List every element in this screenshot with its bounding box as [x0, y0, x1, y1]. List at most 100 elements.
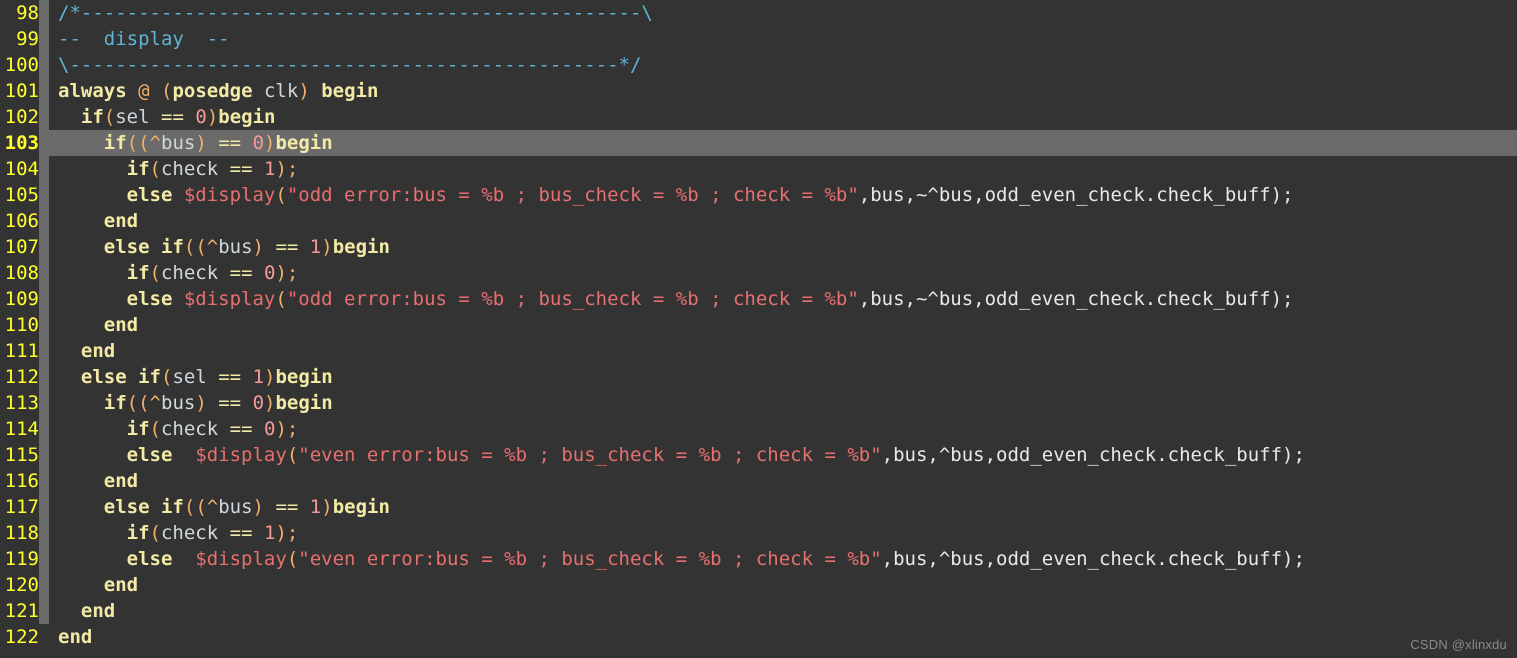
code-line[interactable]: 112 else if(sel == 1)begin	[0, 364, 1517, 390]
code-line[interactable]: 119 else $display("even error:bus = %b ;…	[0, 546, 1517, 572]
fold-column-marker[interactable]	[39, 494, 49, 520]
fold-column-marker[interactable]	[39, 208, 49, 234]
fold-column-marker[interactable]	[39, 52, 49, 78]
code-line[interactable]: 116 end	[0, 468, 1517, 494]
fold-column-marker[interactable]	[39, 442, 49, 468]
code-line[interactable]: 114 if(check == 0);	[0, 416, 1517, 442]
fold-column-marker[interactable]	[39, 416, 49, 442]
token-punc: );	[275, 522, 299, 544]
token-num: 0	[252, 132, 265, 154]
fold-column-marker[interactable]	[39, 624, 49, 650]
fold-column-marker[interactable]	[39, 364, 49, 390]
token-num: 1	[252, 366, 265, 388]
code-line-content[interactable]: end	[49, 208, 1517, 234]
code-line[interactable]: 121 end	[0, 598, 1517, 624]
fold-column-marker[interactable]	[39, 546, 49, 572]
code-line[interactable]: 111 end	[0, 338, 1517, 364]
code-line[interactable]: 117 else if((^bus) == 1)begin	[0, 494, 1517, 520]
fold-column-marker[interactable]	[39, 130, 49, 156]
code-editor[interactable]: 98 /*------------------------------------…	[0, 0, 1517, 658]
fold-column-marker[interactable]	[39, 520, 49, 546]
fold-column-marker[interactable]	[39, 390, 49, 416]
code-line-content[interactable]: end	[49, 624, 1517, 650]
token-kw: end	[58, 626, 93, 648]
code-line-content[interactable]: end	[49, 598, 1517, 624]
code-line-content[interactable]: if(check == 0);	[49, 416, 1517, 442]
code-line[interactable]: 105 else $display("odd error:bus = %b ; …	[0, 182, 1517, 208]
code-line[interactable]: 103 if((^bus) == 0)begin	[0, 130, 1517, 156]
code-lines-container[interactable]: 98 /*------------------------------------…	[0, 0, 1517, 658]
code-line-content[interactable]: end	[49, 312, 1517, 338]
fold-column-marker[interactable]	[39, 260, 49, 286]
code-line-content[interactable]: if(check == 1);	[49, 520, 1517, 546]
code-line-content[interactable]: else if((^bus) == 1)begin	[49, 234, 1517, 260]
code-line[interactable]: 102 if(sel == 0)begin	[0, 104, 1517, 130]
code-line[interactable]: 109 else $display("odd error:bus = %b ; …	[0, 286, 1517, 312]
code-line-content[interactable]: if(sel == 0)begin	[49, 104, 1517, 130]
code-line-content[interactable]: end	[49, 338, 1517, 364]
code-line-content[interactable]: else if(sel == 1)begin	[49, 364, 1517, 390]
code-line[interactable]: 100 \------------------------------------…	[0, 52, 1517, 78]
code-line[interactable]: 104 if(check == 1);	[0, 156, 1517, 182]
code-line[interactable]: 108 if(check == 0);	[0, 260, 1517, 286]
code-line[interactable]: 107 else if((^bus) == 1)begin	[0, 234, 1517, 260]
code-line-content[interactable]: else $display("odd error:bus = %b ; bus_…	[49, 286, 1517, 312]
code-line[interactable]: 98 /*------------------------------------…	[0, 0, 1517, 26]
code-line[interactable]: 99 -- display --	[0, 26, 1517, 52]
code-line[interactable]: 106 end	[0, 208, 1517, 234]
line-number: 110	[0, 312, 39, 338]
code-line-content[interactable]: else $display("even error:bus = %b ; bus…	[49, 442, 1517, 468]
token-num: 0	[252, 392, 265, 414]
code-line-content[interactable]: always @ (posedge clk) begin	[49, 78, 1517, 104]
code-line[interactable]: 115 else $display("even error:bus = %b ;…	[0, 442, 1517, 468]
code-line-content[interactable]: \---------------------------------------…	[49, 52, 1517, 78]
code-line[interactable]: 110 end	[0, 312, 1517, 338]
fold-column-marker[interactable]	[39, 572, 49, 598]
fold-column-marker[interactable]	[39, 286, 49, 312]
code-line-content[interactable]: end	[49, 572, 1517, 598]
code-line[interactable]: 120 end	[0, 572, 1517, 598]
fold-column-marker[interactable]	[39, 156, 49, 182]
code-line[interactable]: 122 end	[0, 624, 1517, 650]
code-line-content[interactable]: else $display("even error:bus = %b ; bus…	[49, 546, 1517, 572]
token-num: 1	[263, 522, 276, 544]
token-kw: if	[126, 522, 150, 544]
code-line-content[interactable]: else $display("odd error:bus = %b ; bus_…	[49, 182, 1517, 208]
fold-column-marker[interactable]	[39, 338, 49, 364]
fold-column-marker[interactable]	[39, 104, 49, 130]
code-line[interactable]: 118 if(check == 1);	[0, 520, 1517, 546]
code-line-content[interactable]: if(check == 1);	[49, 156, 1517, 182]
code-line-content[interactable]: else if((^bus) == 1)begin	[49, 494, 1517, 520]
fold-column-marker[interactable]	[39, 598, 49, 624]
fold-column-marker[interactable]	[39, 182, 49, 208]
code-line[interactable]: 113 if((^bus) == 0)begin	[0, 390, 1517, 416]
code-line[interactable]: 101 always @ (posedge clk) begin	[0, 78, 1517, 104]
fold-column-marker[interactable]	[39, 0, 49, 26]
token-id: bus	[161, 132, 196, 154]
fold-column-marker[interactable]	[39, 468, 49, 494]
token-op: ==	[229, 262, 253, 284]
code-line-content[interactable]: /*--------------------------------------…	[49, 0, 1517, 26]
fold-column-marker[interactable]	[39, 312, 49, 338]
code-line-content[interactable]: if((^bus) == 0)begin	[49, 130, 1517, 156]
fold-column-marker[interactable]	[39, 78, 49, 104]
fold-column-marker[interactable]	[39, 234, 49, 260]
code-line-content[interactable]: if((^bus) == 0)begin	[49, 390, 1517, 416]
token-plain: ,bus,~^bus,odd_even_check.check_buff);	[858, 184, 1294, 206]
fold-column-marker[interactable]	[39, 26, 49, 52]
code-line-content[interactable]: end	[49, 468, 1517, 494]
code-line-content[interactable]: -- display --	[49, 26, 1517, 52]
line-number: 105	[0, 182, 39, 208]
code-line-content[interactable]: if(check == 0);	[49, 260, 1517, 286]
